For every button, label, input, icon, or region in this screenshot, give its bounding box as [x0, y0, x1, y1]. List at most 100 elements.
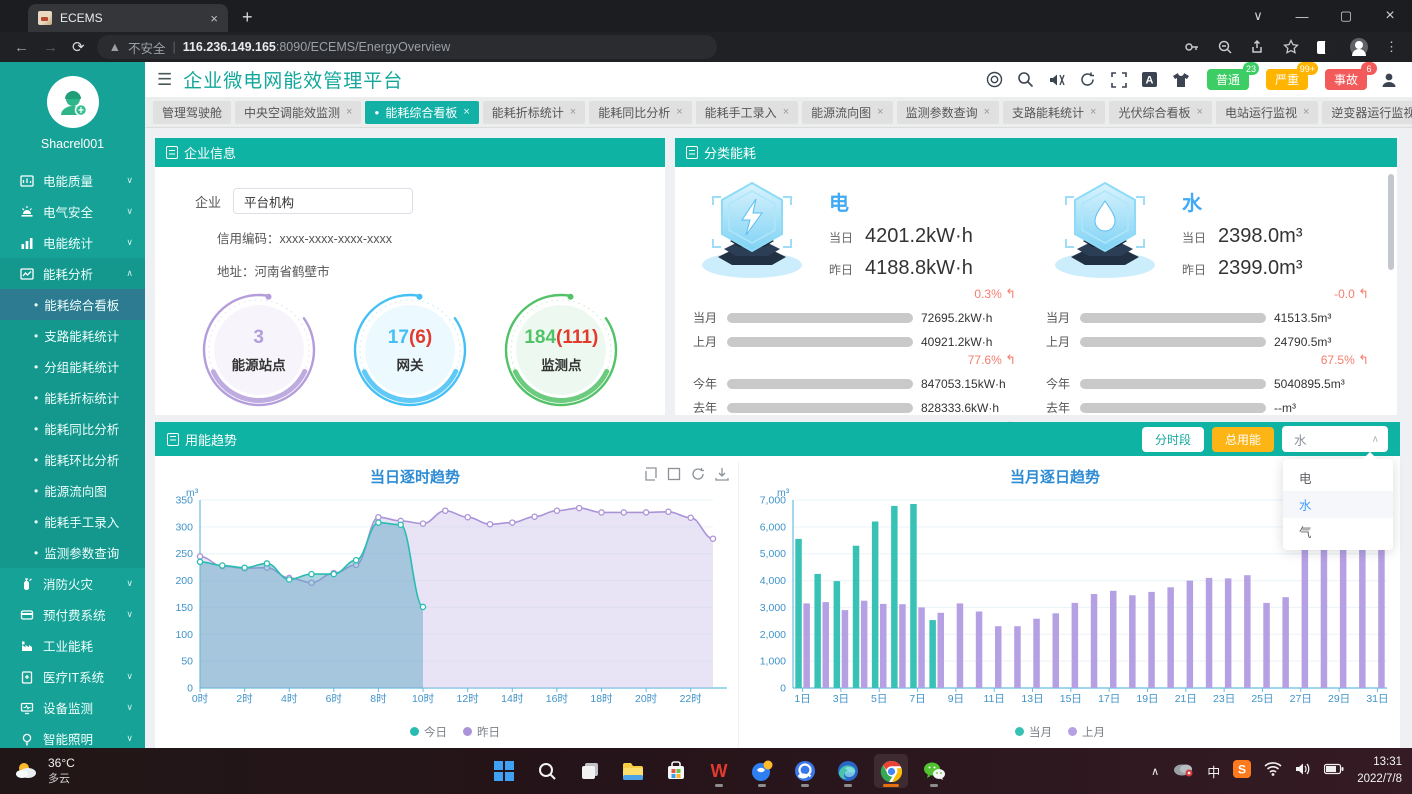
sidebar-item-0[interactable]: 电能质量∨ [0, 165, 145, 196]
new-tab-button[interactable]: + [242, 7, 253, 32]
tray-expand-icon[interactable]: ∧ [1151, 765, 1159, 778]
meeting-app-icon[interactable] [745, 754, 779, 788]
fullscreen-icon[interactable] [1110, 71, 1128, 89]
onedrive-error-icon[interactable] [1172, 761, 1194, 782]
zoom-icon[interactable] [1217, 39, 1233, 55]
browser-menu-icon[interactable]: ⋮ [1385, 39, 1398, 55]
forward-icon[interactable]: → [43, 39, 58, 56]
tab-close-icon[interactable]: × [877, 106, 883, 118]
window-minimize-button[interactable]: — [1280, 9, 1324, 24]
wps-icon[interactable]: W [702, 754, 736, 788]
task-view-icon[interactable] [573, 754, 607, 788]
page-tab[interactable]: 能耗手工录入× [696, 101, 798, 124]
reload-icon[interactable]: ⟳ [72, 38, 85, 56]
tab-close-icon[interactable]: × [1303, 106, 1309, 118]
sidebar-item-6[interactable]: 工业能耗 [0, 630, 145, 661]
alarm-badge-normal[interactable]: 普通 23 [1207, 69, 1249, 90]
search-icon[interactable] [1017, 71, 1035, 89]
hamburger-menu-icon[interactable]: ☰ [157, 70, 172, 90]
share-icon[interactable] [1250, 39, 1266, 55]
left-chart-legend[interactable]: 今日 昨日 [410, 724, 500, 740]
tab-search-icon[interactable]: ∨ [1236, 8, 1280, 24]
sidebar-item-9[interactable]: 智能照明∨ [0, 723, 145, 748]
sidebar-subitem[interactable]: •能耗综合看板 [0, 289, 145, 320]
ime-indicator[interactable]: 中 [1207, 762, 1220, 781]
clock[interactable]: 13:31 2022/7/8 [1357, 754, 1402, 787]
alarm-badge-accident[interactable]: 事故 6 [1325, 69, 1367, 90]
restore-icon[interactable] [643, 467, 657, 481]
page-tab[interactable]: 监测参数查询× [897, 101, 999, 124]
start-button[interactable] [487, 754, 521, 788]
sidebar-item-5[interactable]: 预付费系统∨ [0, 599, 145, 630]
tab-close-icon[interactable]: × [783, 106, 789, 118]
user-icon[interactable] [1380, 71, 1398, 89]
tab-close-icon[interactable]: × [210, 11, 218, 26]
sogou-icon[interactable]: S [1233, 760, 1251, 783]
sidebar-subitem[interactable]: •支路能耗统计 [0, 320, 145, 351]
alarm-badge-severe[interactable]: 严重 99+ [1266, 69, 1308, 90]
sidebar-item-3[interactable]: 能耗分析∧ [0, 258, 145, 289]
chrome-icon[interactable] [874, 754, 908, 788]
tab-close-icon[interactable]: × [984, 106, 990, 118]
sidebar-subitem[interactable]: •能耗环比分析 [0, 444, 145, 475]
tab-close-icon[interactable]: × [463, 106, 469, 118]
dropdown-option-gas[interactable]: 气 [1283, 518, 1393, 545]
download-icon[interactable] [715, 467, 729, 481]
total-energy-button[interactable]: 总用能 [1212, 427, 1274, 452]
wifi-icon[interactable] [1264, 762, 1282, 781]
weather-widget[interactable]: 36°C 多云 [14, 756, 75, 786]
page-tab[interactable]: 逆变器运行监视× [1322, 101, 1412, 124]
sidebar-subitem[interactable]: •监测参数查询 [0, 537, 145, 568]
page-tab[interactable]: 能耗折标统计× [483, 101, 585, 124]
ms-store-icon[interactable] [659, 754, 693, 788]
side-panel-icon[interactable] [1316, 40, 1333, 55]
page-tab[interactable]: 管理驾驶舱 [153, 101, 231, 124]
dropdown-option-electric[interactable]: 电 [1283, 464, 1393, 491]
battery-icon[interactable] [1324, 762, 1344, 780]
page-tab[interactable]: 电站运行监视× [1216, 101, 1318, 124]
refresh-chart-icon[interactable] [691, 467, 705, 481]
bookmark-star-icon[interactable] [1283, 39, 1299, 55]
tab-close-icon[interactable]: × [1197, 106, 1203, 118]
page-tab[interactable]: 光伏综合看板× [1109, 101, 1211, 124]
page-tab[interactable]: 支路能耗统计× [1003, 101, 1105, 124]
window-close-button[interactable]: × [1368, 7, 1412, 25]
page-tab[interactable]: 能源流向图× [802, 101, 892, 124]
wechat-icon[interactable] [917, 754, 951, 788]
tab-close-icon[interactable]: × [1090, 106, 1096, 118]
window-maximize-button[interactable]: ▢ [1324, 8, 1368, 24]
timeslot-button[interactable]: 分时段 [1142, 427, 1204, 452]
sidebar-subitem[interactable]: •能耗同比分析 [0, 413, 145, 444]
address-bar[interactable]: ▲ 不安全 | 116.236.149.165:8090/ECEMS/Energ… [97, 35, 717, 59]
edge-icon[interactable] [831, 754, 865, 788]
tab-close-icon[interactable]: × [676, 106, 682, 118]
company-input[interactable]: 平台机构 [233, 188, 413, 214]
back-icon[interactable]: ← [14, 39, 29, 56]
user-avatar[interactable] [47, 76, 99, 128]
page-tab[interactable]: ●能耗综合看板× [365, 101, 478, 124]
right-chart-legend[interactable]: 当月 上月 [1015, 724, 1105, 740]
sidebar-subitem[interactable]: •能耗折标统计 [0, 382, 145, 413]
sidebar-subitem[interactable]: •能耗手工录入 [0, 506, 145, 537]
volume-icon[interactable] [1295, 762, 1311, 781]
tab-close-icon[interactable]: × [570, 106, 576, 118]
energy-type-select[interactable]: 水 ∧ [1282, 426, 1388, 452]
page-tab[interactable]: 能耗同比分析× [589, 101, 691, 124]
browser-tab[interactable]: ECEMS × [28, 4, 228, 32]
refresh-icon[interactable] [1079, 71, 1097, 89]
page-tab[interactable]: 中央空调能效监测× [235, 101, 361, 124]
sidebar-item-8[interactable]: 设备监测∨ [0, 692, 145, 723]
panel-scrollbar[interactable] [1388, 174, 1394, 270]
profile-avatar[interactable] [1350, 38, 1368, 56]
sidebar-subitem[interactable]: •分组能耗统计 [0, 351, 145, 382]
hourly-trend-chart[interactable]: 050100150200250300350m³0时2时4时6时8时10时12时1… [160, 486, 735, 718]
tab-close-icon[interactable]: × [346, 106, 352, 118]
password-key-icon[interactable] [1184, 39, 1200, 55]
sidebar-item-2[interactable]: 电能统计∨ [0, 227, 145, 258]
sidebar-item-1[interactable]: 电气安全∨ [0, 196, 145, 227]
file-explorer-icon[interactable] [616, 754, 650, 788]
sidebar-item-7[interactable]: 医疗IT系统∨ [0, 661, 145, 692]
dropdown-option-water[interactable]: 水 [1283, 491, 1393, 518]
sidebar-item-4[interactable]: 消防火灾∨ [0, 568, 145, 599]
font-size-icon[interactable]: A [1141, 71, 1159, 89]
